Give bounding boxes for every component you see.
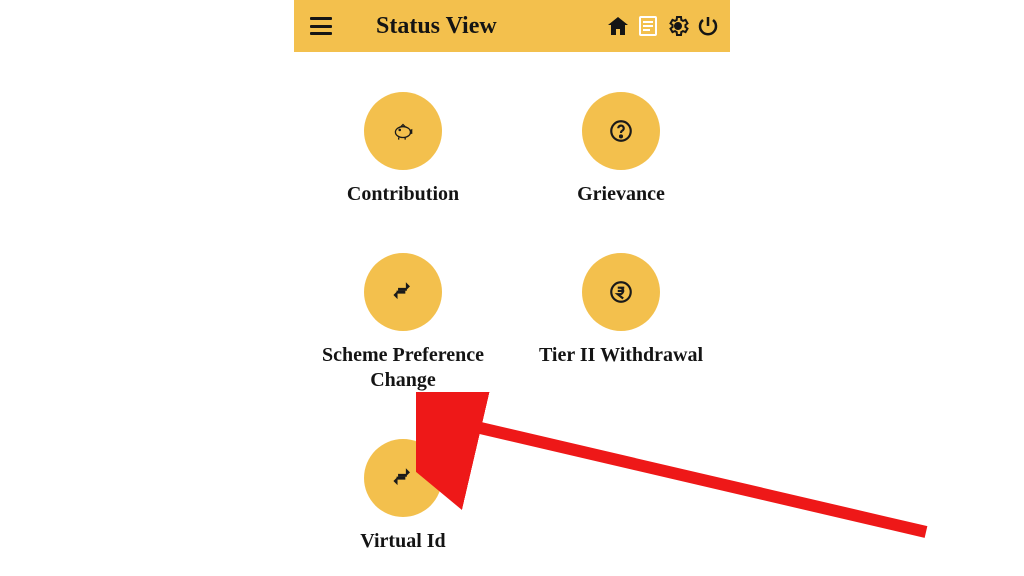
question-icon xyxy=(582,92,660,170)
menu-icon[interactable] xyxy=(310,17,332,35)
header-bar: Status View xyxy=(294,0,730,52)
home-icon[interactable] xyxy=(606,14,630,38)
app-screen: Status View xyxy=(294,0,730,554)
arrows-icon xyxy=(364,253,442,331)
power-icon[interactable] xyxy=(696,14,720,38)
page-title: Status View xyxy=(376,13,606,40)
menu-item-contribution[interactable]: Contribution xyxy=(294,92,512,207)
menu-item-grievance[interactable]: Grievance xyxy=(512,92,730,207)
menu-item-virtual-id[interactable]: Virtual Id xyxy=(294,439,512,554)
header-action-icons xyxy=(606,14,720,38)
menu-label: Grievance xyxy=(577,182,665,207)
settings-icon[interactable] xyxy=(666,14,690,38)
menu-label: Contribution xyxy=(347,182,459,207)
rupee-icon xyxy=(582,253,660,331)
document-icon[interactable] xyxy=(636,14,660,38)
piggy-icon xyxy=(364,92,442,170)
menu-label: Scheme Preference Change xyxy=(308,343,498,393)
menu-label: Tier II Withdrawal xyxy=(539,343,703,368)
menu-item-scheme-preference-change[interactable]: Scheme Preference Change xyxy=(294,253,512,393)
empty-cell xyxy=(512,439,730,554)
menu-grid: Contribution Grievance Scheme Preference… xyxy=(294,52,730,554)
menu-item-tier-ii-withdrawal[interactable]: Tier II Withdrawal xyxy=(512,253,730,393)
menu-label: Virtual Id xyxy=(360,529,445,554)
arrows-icon xyxy=(364,439,442,517)
